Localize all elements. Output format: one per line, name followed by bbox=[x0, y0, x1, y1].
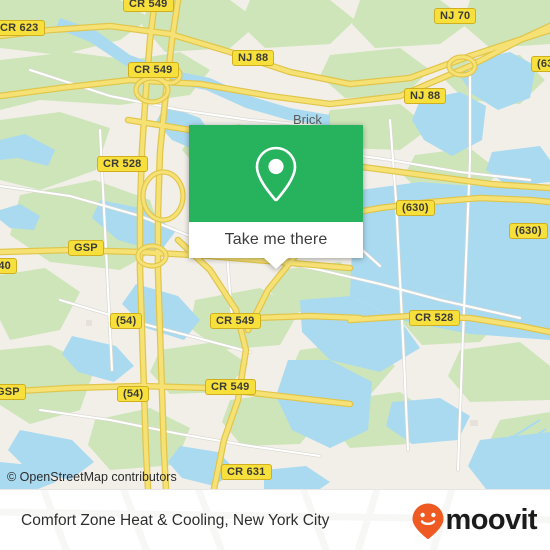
road-shield: CR 549 bbox=[128, 62, 179, 78]
road-shield: GSP bbox=[68, 240, 104, 256]
road-shield: (630) bbox=[509, 223, 548, 239]
road-shield: (54) bbox=[110, 313, 143, 329]
take-me-there-label: Take me there bbox=[224, 231, 328, 248]
road-shield: (54) bbox=[117, 386, 150, 402]
road-shield: CR 549 bbox=[205, 379, 256, 395]
place-title: Comfort Zone Heat & Cooling, New York Ci… bbox=[21, 511, 330, 529]
moovit-logo[interactable]: moovit bbox=[411, 502, 538, 540]
poi-card-header bbox=[189, 125, 363, 222]
moovit-map-screenshot: Brick CR 623 CR 549 NJ 88 CR 549 NJ 70 N… bbox=[0, 0, 550, 550]
road-shield: NJ 88 bbox=[404, 88, 447, 104]
footer-bar: Comfort Zone Heat & Cooling, New York Ci… bbox=[0, 489, 550, 550]
road-shield: GSP bbox=[0, 384, 26, 400]
road-shield: CR 549 bbox=[123, 0, 174, 12]
poi-card-action[interactable]: Take me there bbox=[189, 222, 363, 258]
moovit-wordmark: moovit bbox=[445, 504, 538, 536]
road-shield: CR 549 bbox=[210, 313, 261, 329]
road-shield: NJ 88 bbox=[232, 50, 275, 66]
road-shield: CR 528 bbox=[409, 310, 460, 326]
road-shield: CR 528 bbox=[97, 156, 148, 172]
road-shield: 540 bbox=[0, 258, 17, 274]
road-shield: NJ 70 bbox=[434, 8, 477, 24]
map-canvas[interactable]: Brick CR 623 CR 549 NJ 88 CR 549 NJ 70 N… bbox=[0, 0, 550, 489]
poi-callout-card[interactable]: Take me there bbox=[189, 125, 363, 269]
road-shield: CR 631 bbox=[221, 464, 272, 480]
osm-attribution[interactable]: © OpenStreetMap contributors bbox=[7, 470, 177, 484]
road-shield: (630) bbox=[531, 56, 550, 72]
road-shield: (630) bbox=[396, 200, 435, 216]
map-pin-icon bbox=[255, 146, 297, 201]
road-shield: CR 623 bbox=[0, 20, 45, 36]
poi-card-pointer bbox=[264, 258, 288, 269]
moovit-smiley-pin-icon bbox=[412, 503, 444, 539]
